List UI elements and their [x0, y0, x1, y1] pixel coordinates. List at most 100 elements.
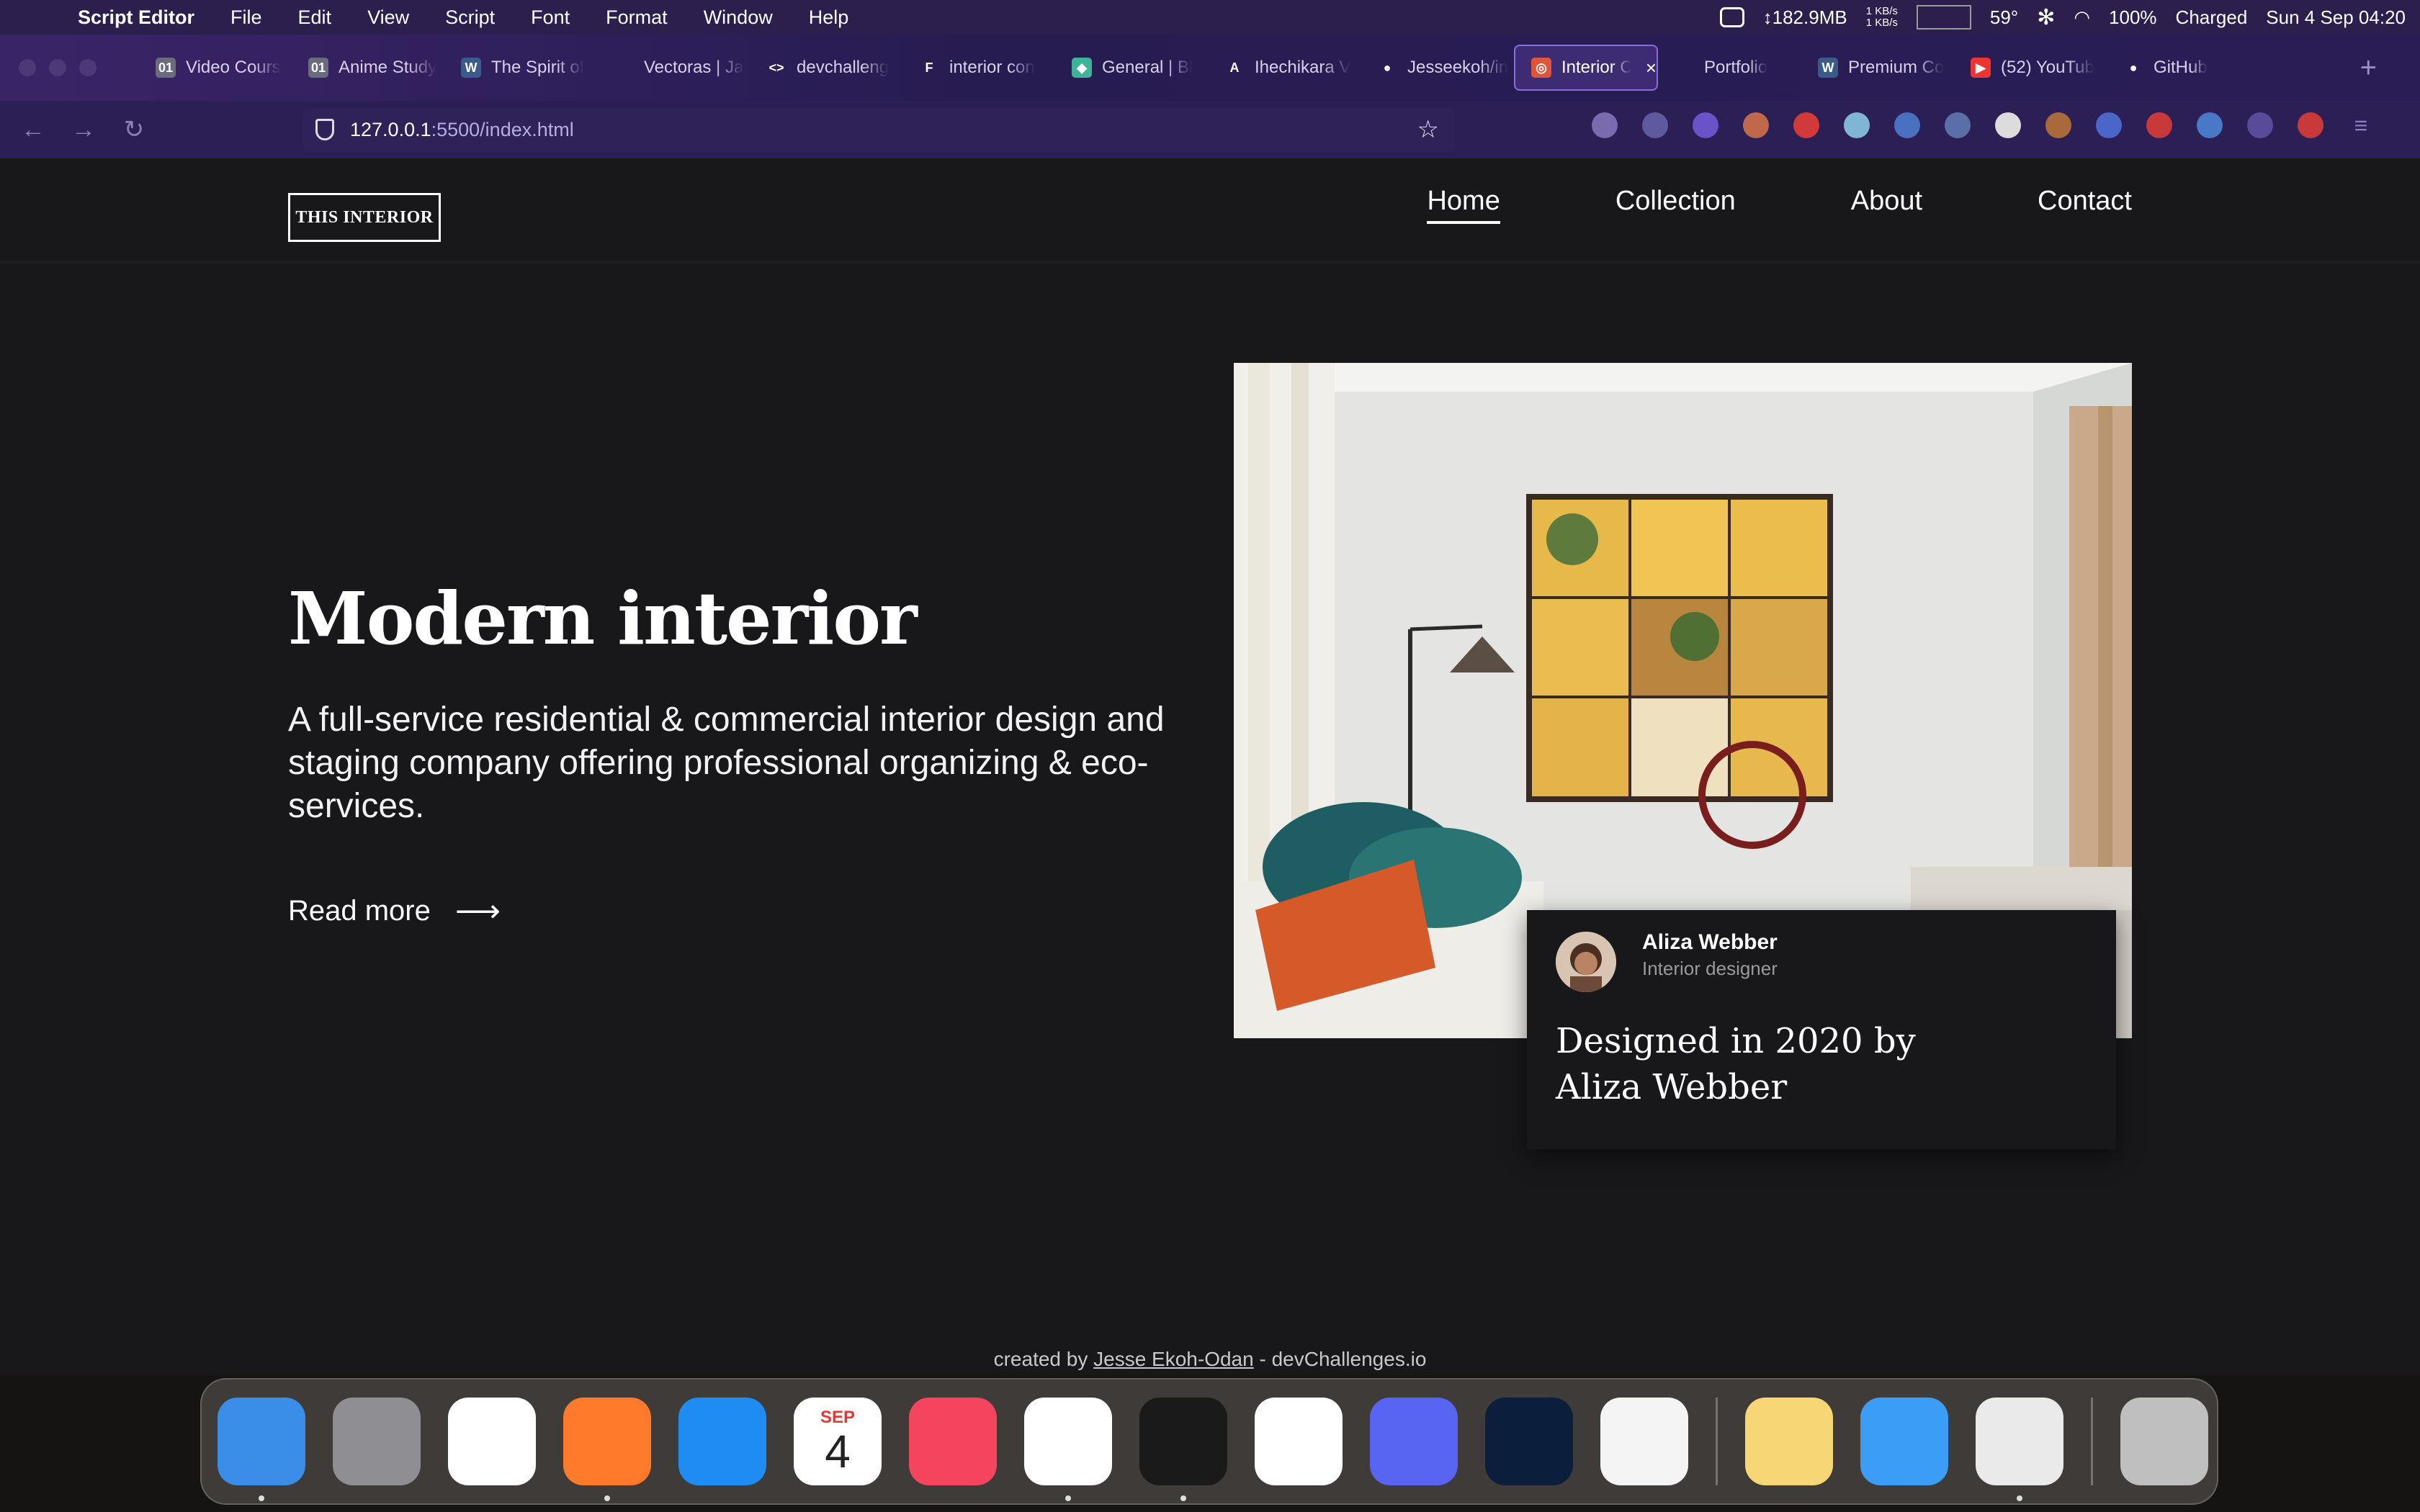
designer-role: Interior designer: [1642, 958, 1778, 979]
extension-icon[interactable]: [1793, 112, 1819, 138]
download-icon[interactable]: [1642, 112, 1668, 138]
forward-arrow-icon[interactable]: →: [66, 112, 101, 147]
tab-8[interactable]: ● Jesseekoh/in: [1361, 45, 1514, 91]
url-text[interactable]: 127.0.0.1:5500/index.html: [350, 119, 574, 141]
maximize-window-button[interactable]: [79, 59, 97, 76]
extension-icon[interactable]: [2247, 112, 2273, 138]
site-logo[interactable]: THIS INTERIOR: [288, 193, 441, 242]
finder-icon[interactable]: [218, 1398, 305, 1501]
dock-separator: [1716, 1398, 1718, 1485]
menu-format[interactable]: Format: [606, 6, 668, 29]
extension-icon[interactable]: [1894, 112, 1920, 138]
network-readout[interactable]: 1 KB/s 1 KB/s: [1866, 6, 1898, 29]
extension-icon[interactable]: [2197, 112, 2223, 138]
tab-11[interactable]: W Premium Co: [1802, 45, 1955, 91]
tab-7[interactable]: A Ihechikara V: [1209, 45, 1361, 91]
battery-status[interactable]: Charged: [2176, 6, 2248, 29]
extension-icon[interactable]: [1995, 112, 2021, 138]
cpu-graph-icon[interactable]: [1916, 5, 1971, 30]
gear-icon[interactable]: ✻: [2037, 5, 2055, 30]
tab-5[interactable]: Finterior con: [903, 45, 1056, 91]
discord-icon[interactable]: [1370, 1398, 1458, 1485]
extension-icon[interactable]: [2146, 112, 2172, 138]
script-editor-icon[interactable]: [1976, 1398, 2063, 1501]
wifi-icon[interactable]: ◠: [2074, 6, 2090, 29]
new-tab-button[interactable]: +: [2360, 52, 2377, 84]
bookmark-star-icon[interactable]: ☆: [1417, 115, 1439, 144]
dock-separator: [2091, 1398, 2093, 1485]
extension-icon[interactable]: [1743, 112, 1769, 138]
menu-script[interactable]: Script: [445, 6, 495, 29]
reload-icon[interactable]: ↻: [117, 112, 151, 147]
minimize-window-button[interactable]: [49, 59, 66, 76]
extension-icon[interactable]: [1693, 112, 1718, 138]
tab-1[interactable]: 01 Anime Study: [292, 45, 445, 91]
nav-collection[interactable]: Collection: [1615, 186, 1736, 224]
trash-icon[interactable]: [2120, 1398, 2208, 1485]
menu-view[interactable]: View: [367, 6, 409, 29]
menu-window[interactable]: Window: [704, 6, 773, 29]
tab-4[interactable]: <> devchalleng: [750, 45, 903, 91]
tab-0[interactable]: 01 Video Cours: [140, 45, 292, 91]
nav-contact[interactable]: Contact: [2038, 186, 2132, 224]
app-store-icon[interactable]: [678, 1398, 766, 1485]
back-arrow-icon[interactable]: ←: [16, 112, 50, 147]
tab-9[interactable]: ◎ Interior C ×: [1514, 45, 1658, 91]
datetime[interactable]: Sun 4 Sep 04:20: [2266, 6, 2406, 29]
running-indicator: [2017, 1495, 2022, 1501]
menu-help[interactable]: Help: [809, 6, 849, 29]
apple-icon[interactable]: [26, 3, 55, 32]
tab-favicon-icon: A: [1229, 60, 1240, 75]
hamburger-menu-icon[interactable]: ≡: [2348, 112, 2374, 138]
url-bar[interactable]: 127.0.0.1:5500/index.html ☆: [302, 108, 1455, 287]
net-up: 1 KB/s: [1865, 5, 1898, 17]
extension-icon[interactable]: [2298, 112, 2323, 138]
close-tab-icon[interactable]: ×: [1646, 57, 1657, 79]
translate-icon[interactable]: [2096, 112, 2122, 138]
terminal-icon[interactable]: [1139, 1398, 1227, 1501]
temperature-readout[interactable]: 59°: [1990, 6, 2018, 29]
extension-icon[interactable]: [1945, 112, 1971, 138]
tab-label: Anime Study: [339, 58, 437, 77]
menu-file[interactable]: File: [230, 6, 262, 29]
credit-prefix: created by: [993, 1348, 1094, 1370]
tab-10[interactable]: Portfolio: [1658, 45, 1802, 91]
read-more-link[interactable]: Read more ⟶: [288, 893, 501, 930]
window-controls: [19, 59, 97, 76]
tab-favicon-icon: ●: [2129, 60, 2138, 75]
shield-icon[interactable]: [315, 119, 334, 140]
credit-author-link[interactable]: Jesse Ekoh-Odan: [1093, 1348, 1254, 1370]
vscode-icon[interactable]: [1024, 1398, 1112, 1501]
battery-percent[interactable]: 100%: [2109, 6, 2157, 29]
running-indicator: [1180, 1495, 1186, 1501]
photoshop-icon[interactable]: [1485, 1398, 1573, 1485]
mail-icon[interactable]: [1860, 1398, 1948, 1485]
app-name-menu[interactable]: Script Editor: [78, 6, 194, 29]
tab-13[interactable]: ● GitHub: [2107, 45, 2260, 91]
tab-label: The Spirit of: [491, 58, 585, 77]
extension-icon[interactable]: [2045, 112, 2071, 138]
nav-about[interactable]: About: [1851, 186, 1922, 224]
music-icon[interactable]: [909, 1398, 997, 1485]
clip-studio-icon[interactable]: [1600, 1398, 1688, 1485]
status-app-icon[interactable]: [1719, 7, 1744, 27]
close-window-button[interactable]: [19, 59, 36, 76]
tab-list: 01 Video Cours 01 Anime Study W The Spirit of…: [140, 45, 2260, 91]
tab-12[interactable]: ▶ (52) YouTub: [1955, 45, 2107, 91]
launchpad-icon[interactable]: [333, 1398, 421, 1485]
pocket-icon[interactable]: [1592, 112, 1618, 138]
hero-title: Modern interior: [288, 576, 918, 661]
chrome-icon[interactable]: [448, 1398, 536, 1485]
tab-6[interactable]: ◆ General | Bl: [1056, 45, 1209, 91]
memory-readout[interactable]: ↕182.9MB: [1763, 6, 1847, 29]
firefox-icon[interactable]: [563, 1398, 651, 1501]
tab-3[interactable]: Vectoras | JavaS: [598, 45, 750, 91]
tab-2[interactable]: W The Spirit of: [445, 45, 598, 91]
pockity-icon[interactable]: [1255, 1398, 1343, 1485]
nav-home[interactable]: Home: [1427, 186, 1500, 224]
react-devtools-icon[interactable]: [1844, 112, 1870, 138]
calendar-icon[interactable]: SEP 4: [794, 1398, 882, 1485]
notes-icon[interactable]: [1745, 1398, 1833, 1485]
menu-edit[interactable]: Edit: [298, 6, 332, 29]
menu-font[interactable]: Font: [531, 6, 570, 29]
